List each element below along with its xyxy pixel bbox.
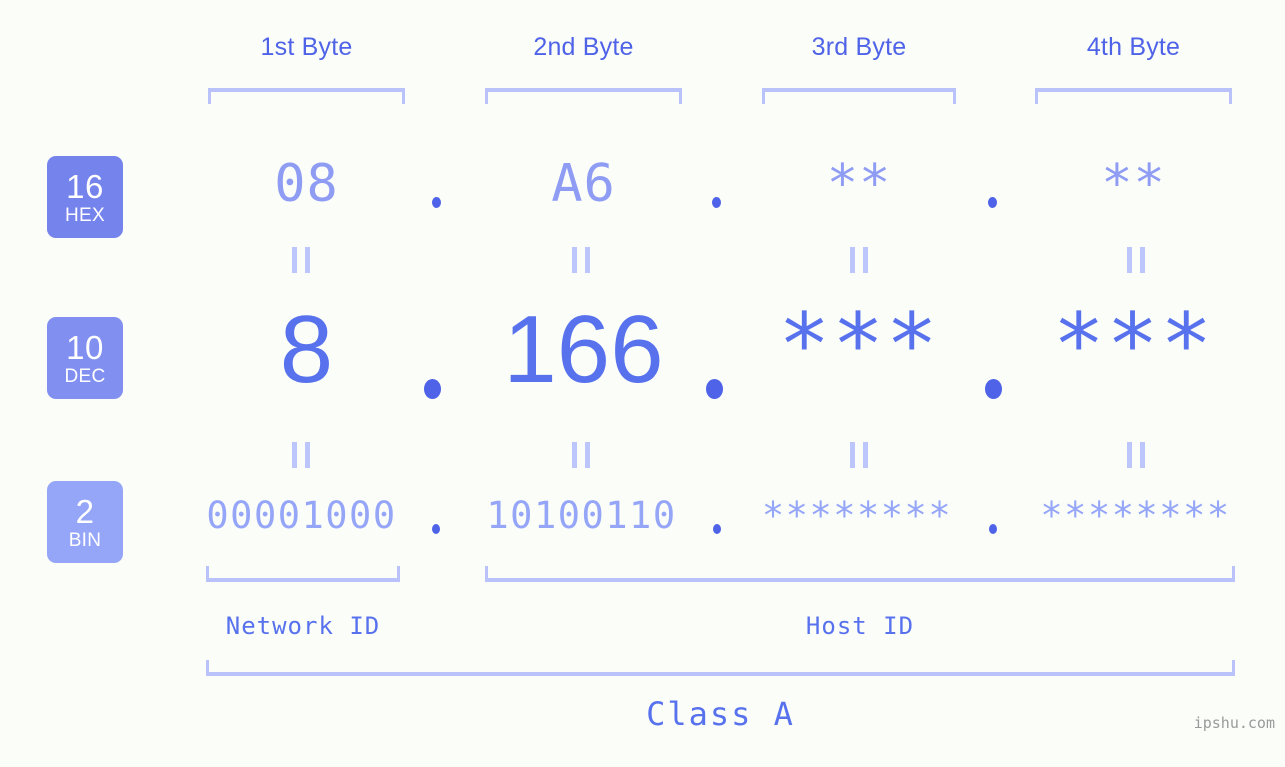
base-badge-bin-name: BIN [68, 529, 102, 551]
hex-separator-3 [988, 197, 997, 208]
byte-header-3: 3rd Byte [811, 33, 907, 61]
bin-byte-3: ******** [761, 494, 953, 537]
base-badge-bin-number: 2 [75, 492, 95, 530]
bin-separator-2 [713, 524, 721, 534]
class-bracket [206, 660, 1235, 676]
network-id-label: Network ID [225, 612, 381, 640]
byte-bracket-2 [485, 88, 682, 104]
bin-byte-4: ******** [1040, 494, 1231, 537]
base-badge-dec: 10 DEC [47, 317, 123, 399]
base-badge-hex: 16 HEX [47, 156, 123, 238]
equals-marker-hex-dec-3 [850, 247, 868, 273]
hex-separator-2 [712, 197, 721, 208]
network-id-bracket [206, 566, 400, 582]
dec-separator-3 [985, 379, 1002, 399]
base-badge-hex-number: 16 [66, 167, 104, 205]
byte-bracket-4 [1035, 88, 1232, 104]
equals-marker-hex-dec-1 [292, 247, 310, 273]
base-badge-dec-number: 10 [66, 328, 104, 366]
equals-marker-hex-dec-4 [1127, 247, 1145, 273]
base-badge-hex-name: HEX [65, 204, 105, 226]
ip-byte-breakdown-diagram: 1st Byte 2nd Byte 3rd Byte 4th Byte 16 H… [0, 0, 1285, 767]
equals-marker-dec-bin-3 [850, 442, 868, 468]
equals-marker-hex-dec-2 [572, 247, 590, 273]
hex-separator-1 [432, 197, 441, 208]
equals-marker-dec-bin-4 [1127, 442, 1145, 468]
bin-separator-1 [432, 524, 440, 534]
hex-byte-4: ** [1101, 154, 1166, 214]
dec-separator-1 [424, 379, 441, 399]
bin-byte-1: 00001000 [206, 494, 397, 537]
byte-bracket-3 [762, 88, 956, 104]
hex-byte-1: 08 [274, 154, 339, 214]
host-id-label: Host ID [805, 612, 915, 640]
bin-byte-2: 10100110 [486, 494, 677, 537]
byte-bracket-1 [208, 88, 405, 104]
dec-byte-1: 8 [279, 296, 334, 403]
dec-byte-4: *** [1052, 295, 1215, 395]
dec-byte-2: 166 [503, 296, 664, 403]
host-id-bracket [485, 566, 1235, 582]
dec-separator-2 [706, 379, 723, 399]
hex-byte-3: ** [826, 154, 892, 214]
hex-byte-2: A6 [551, 154, 616, 214]
bin-separator-3 [989, 524, 997, 534]
base-badge-dec-name: DEC [64, 365, 106, 387]
base-badge-bin: 2 BIN [47, 481, 123, 563]
byte-header-4: 4th Byte [1086, 33, 1181, 61]
equals-marker-dec-bin-2 [572, 442, 590, 468]
byte-header-1: 1st Byte [260, 33, 353, 61]
dec-byte-3: *** [778, 295, 940, 395]
byte-header-2: 2nd Byte [533, 33, 634, 61]
class-label: Class A [646, 695, 795, 733]
site-watermark: ipshu.com [1193, 714, 1275, 732]
equals-marker-dec-bin-1 [292, 442, 310, 468]
